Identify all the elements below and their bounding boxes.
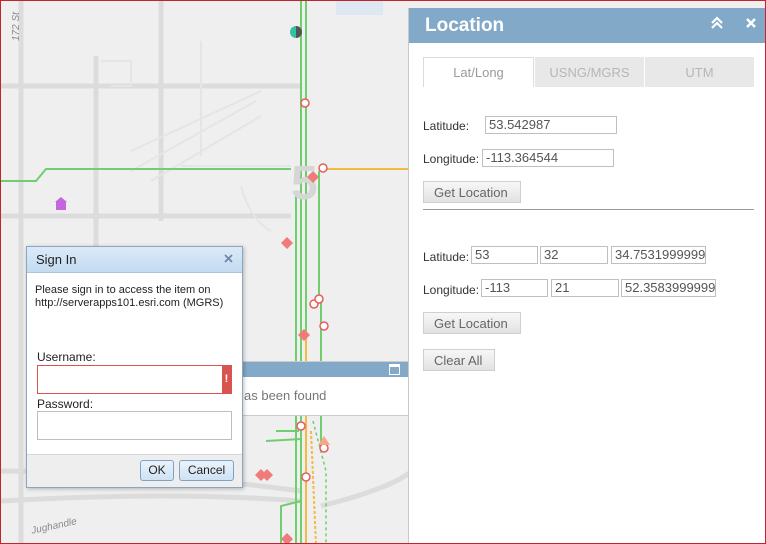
dms-get-location-button[interactable]: Get Location bbox=[423, 312, 521, 334]
longitude-input[interactable]: -113.364544 bbox=[482, 149, 614, 167]
latitude-input[interactable]: 53.542987 bbox=[485, 116, 617, 134]
close-icon[interactable] bbox=[745, 16, 757, 33]
popup-message: as been found bbox=[244, 388, 327, 403]
clear-all-button[interactable]: Clear All bbox=[423, 349, 495, 371]
cancel-button[interactable]: Cancel bbox=[179, 460, 234, 481]
double-chevron-up-icon[interactable] bbox=[710, 16, 724, 34]
location-panel-header: Location bbox=[409, 8, 765, 43]
coordinate-tabs: Lat/Long USNG/MGRS UTM bbox=[423, 57, 755, 87]
sign-in-message: Please sign in to access the item on htt… bbox=[35, 284, 224, 309]
latitude-degrees-input[interactable]: 53 bbox=[471, 246, 538, 264]
sign-in-title: Sign In bbox=[36, 252, 77, 267]
password-label: Password: bbox=[37, 397, 94, 411]
half-circle-marker-icon bbox=[290, 26, 302, 38]
tab-utm[interactable]: UTM bbox=[645, 57, 754, 87]
error-icon: ! bbox=[222, 366, 231, 393]
location-panel-title: Location bbox=[425, 14, 505, 36]
username-input[interactable]: ! bbox=[37, 365, 232, 394]
tab-usng-mgrs[interactable]: USNG/MGRS bbox=[535, 57, 644, 87]
tab-lat-long[interactable]: Lat/Long bbox=[423, 57, 534, 87]
latitude-label: Latitude: bbox=[423, 119, 470, 133]
location-panel: Location Lat/Long USNG/MGRS UTM Latitude… bbox=[408, 8, 765, 543]
section-divider bbox=[423, 209, 754, 210]
street-label-172-st: 172 St bbox=[11, 12, 22, 41]
latitude-minutes-input[interactable]: 32 bbox=[540, 246, 608, 264]
password-input[interactable] bbox=[37, 411, 232, 440]
longitude-minutes-input[interactable]: 21 bbox=[551, 279, 619, 297]
search-result-popup: as been found bbox=[233, 361, 411, 416]
maximize-icon[interactable] bbox=[389, 364, 400, 375]
home-icon bbox=[55, 197, 67, 210]
sign-in-dialog: Sign In Please sign in to access the ite… bbox=[26, 246, 243, 488]
longitude-label: Longitude: bbox=[423, 152, 480, 166]
longitude-seconds-input[interactable]: 52.3583999999 bbox=[621, 279, 716, 297]
longitude-degrees-input[interactable]: -113 bbox=[481, 279, 548, 297]
sign-in-footer: OK Cancel bbox=[27, 454, 242, 487]
app-frame: 5 172 St Jughandle as been found Locatio… bbox=[0, 0, 766, 544]
dms-longitude-label: Longitude: bbox=[423, 283, 480, 297]
ok-button[interactable]: OK bbox=[140, 460, 174, 481]
dms-latitude-label: Latitude: bbox=[423, 250, 470, 264]
close-icon[interactable] bbox=[224, 251, 233, 266]
popup-titlebar bbox=[234, 362, 410, 377]
latitude-seconds-input[interactable]: 34.7531999999 bbox=[611, 246, 706, 264]
username-label: Username: bbox=[37, 350, 96, 364]
route-number-label: 5 bbox=[291, 157, 318, 210]
sign-in-titlebar: Sign In bbox=[27, 247, 242, 273]
get-location-button[interactable]: Get Location bbox=[423, 181, 521, 203]
